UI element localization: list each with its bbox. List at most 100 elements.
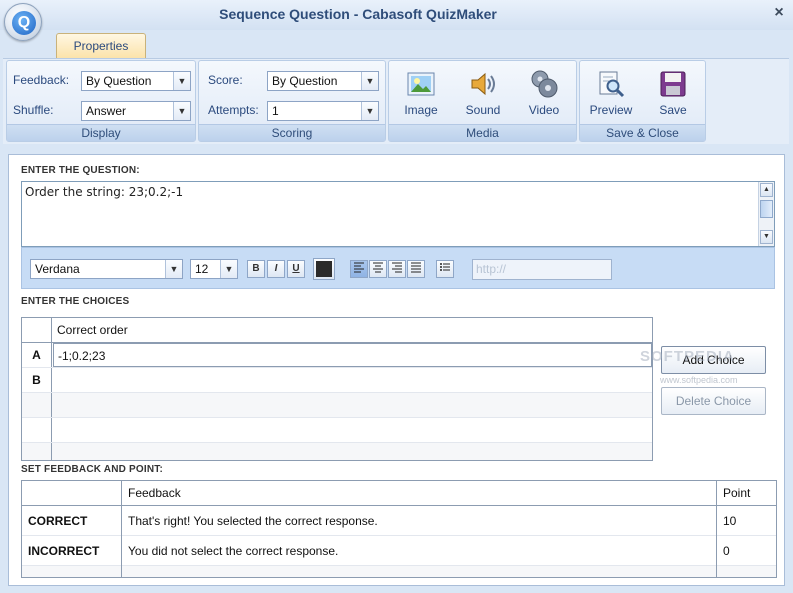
feedback-row-empty <box>22 566 776 577</box>
chevron-down-icon[interactable]: ▼ <box>173 102 190 120</box>
url-input[interactable]: http:// <box>472 259 612 280</box>
question-textarea[interactable]: Order the string: 23;0.2;-1 ▲ ▼ <box>21 181 775 247</box>
font-select[interactable]: Verdana ▼ <box>30 259 183 279</box>
scroll-thumb[interactable] <box>760 200 773 218</box>
choices-header-row: Correct order <box>22 318 652 343</box>
align-right-icon <box>392 262 402 273</box>
score-select-value: By Question <box>272 74 338 88</box>
feedback-row-correct[interactable]: CORRECT That's right! You selected the c… <box>22 506 776 536</box>
text-color-button[interactable] <box>313 258 335 280</box>
media-caption: Media <box>389 124 576 141</box>
choices-section-label: ENTER THE CHOICES <box>21 296 130 307</box>
justify-button[interactable] <box>407 260 425 278</box>
chevron-down-icon[interactable]: ▼ <box>361 102 378 120</box>
score-label: Score: <box>208 73 243 87</box>
watermark-url: www.softpedia.com <box>660 375 738 385</box>
point-column-header: Point <box>723 486 751 500</box>
film-reel-icon <box>531 70 558 98</box>
choice-index: A <box>22 343 52 367</box>
feedback-select-value: By Question <box>86 74 152 88</box>
close-button[interactable]: × <box>770 4 788 22</box>
save-label: Save <box>659 103 687 117</box>
delete-choice-button[interactable]: Delete Choice <box>661 387 766 415</box>
attempts-select-value: 1 <box>272 104 279 118</box>
video-label: Video <box>528 103 560 117</box>
choices-grid: Correct order A -1;0.2;23 B <box>21 317 653 461</box>
feedback-text-correct[interactable]: That's right! You selected the correct r… <box>122 506 378 535</box>
bullet-list-button[interactable] <box>436 260 454 278</box>
bold-button[interactable]: B <box>247 260 265 278</box>
choice-input-b[interactable] <box>53 368 652 392</box>
display-group: Feedback: By Question ▼ Shuffle: Answer … <box>6 60 196 142</box>
choice-index: B <box>22 368 52 392</box>
choice-index-empty <box>22 418 52 442</box>
shuffle-select-value: Answer <box>86 104 127 118</box>
chevron-down-icon[interactable]: ▼ <box>220 260 237 278</box>
feedback-text-incorrect[interactable]: You did not select the correct response. <box>122 536 338 565</box>
align-left-button[interactable] <box>350 260 368 278</box>
align-center-icon <box>373 262 383 273</box>
display-caption: Display <box>7 124 195 141</box>
choices-column-header: Correct order <box>57 323 128 337</box>
choice-row-b[interactable]: B <box>22 368 652 393</box>
video-button[interactable]: Video <box>518 63 570 123</box>
watermark: SOFTPEDIA <box>640 348 735 365</box>
bullet-list-icon <box>440 263 450 271</box>
feedback-label: Feedback: <box>13 73 70 87</box>
speaker-icon <box>471 72 495 96</box>
image-label: Image <box>404 103 438 117</box>
underline-button[interactable]: U <box>287 260 305 278</box>
window-title: Sequence Question - Cabasoft QuizMaker <box>219 6 497 22</box>
align-left-icon <box>354 262 364 273</box>
score-select[interactable]: By Question ▼ <box>267 71 379 91</box>
chevron-down-icon[interactable]: ▼ <box>361 72 378 90</box>
italic-button[interactable]: I <box>267 260 285 278</box>
choice-input-a[interactable]: -1;0.2;23 <box>53 343 652 367</box>
image-button[interactable]: Image <box>395 63 447 123</box>
preview-magnifier-icon <box>599 71 625 98</box>
text-color-swatch <box>316 261 332 277</box>
shuffle-label: Shuffle: <box>13 103 54 117</box>
question-scrollbar[interactable]: ▲ ▼ <box>758 182 774 246</box>
choice-row-empty <box>22 418 652 443</box>
feedback-column-header: Feedback <box>128 486 181 500</box>
choice-row-a[interactable]: A -1;0.2;23 <box>22 343 652 368</box>
feedback-row-label: CORRECT <box>28 514 88 528</box>
feedback-row-incorrect[interactable]: INCORRECT You did not select the correct… <box>22 536 776 566</box>
main-panel: ENTER THE QUESTION: Order the string: 23… <box>8 154 785 586</box>
app-logo-icon[interactable]: Q <box>4 3 42 41</box>
sound-label: Sound <box>465 103 501 117</box>
tab-properties[interactable]: Properties <box>56 33 146 59</box>
save-button[interactable]: Save <box>647 63 699 123</box>
point-correct[interactable]: 10 <box>717 506 736 535</box>
feedback-header-row: Feedback Point <box>22 481 776 506</box>
save-close-caption: Save & Close <box>580 124 705 141</box>
question-section-label: ENTER THE QUESTION: <box>21 165 140 176</box>
preview-label: Preview <box>589 103 633 117</box>
align-center-button[interactable] <box>369 260 387 278</box>
attempts-select[interactable]: 1 ▼ <box>267 101 379 121</box>
choice-row-empty <box>22 393 652 418</box>
chevron-down-icon[interactable]: ▼ <box>173 72 190 90</box>
column-divider <box>716 481 717 577</box>
preview-button[interactable]: Preview <box>585 63 637 123</box>
font-select-value: Verdana <box>35 262 80 276</box>
align-right-button[interactable] <box>388 260 406 278</box>
column-divider <box>121 481 122 577</box>
feedback-select[interactable]: By Question ▼ <box>81 71 191 91</box>
scroll-up-icon[interactable]: ▲ <box>760 183 773 197</box>
font-size-select[interactable]: 12 ▼ <box>190 259 238 279</box>
font-size-value: 12 <box>195 262 209 276</box>
choice-row-empty <box>22 443 652 460</box>
feedback-grid: Feedback Point CORRECT That's right! You… <box>21 480 777 578</box>
scroll-down-icon[interactable]: ▼ <box>760 230 773 244</box>
point-incorrect[interactable]: 0 <box>717 536 730 565</box>
logo-letter: Q <box>12 11 36 35</box>
choice-index-empty <box>22 393 52 417</box>
feedback-section-label: SET FEEDBACK AND POINT: <box>21 464 164 475</box>
justify-icon <box>411 262 421 273</box>
chevron-down-icon[interactable]: ▼ <box>165 260 182 278</box>
shuffle-select[interactable]: Answer ▼ <box>81 101 191 121</box>
format-toolbar: Verdana ▼ 12 ▼ B I U http:// <box>21 247 775 289</box>
sound-button[interactable]: Sound <box>457 63 509 123</box>
